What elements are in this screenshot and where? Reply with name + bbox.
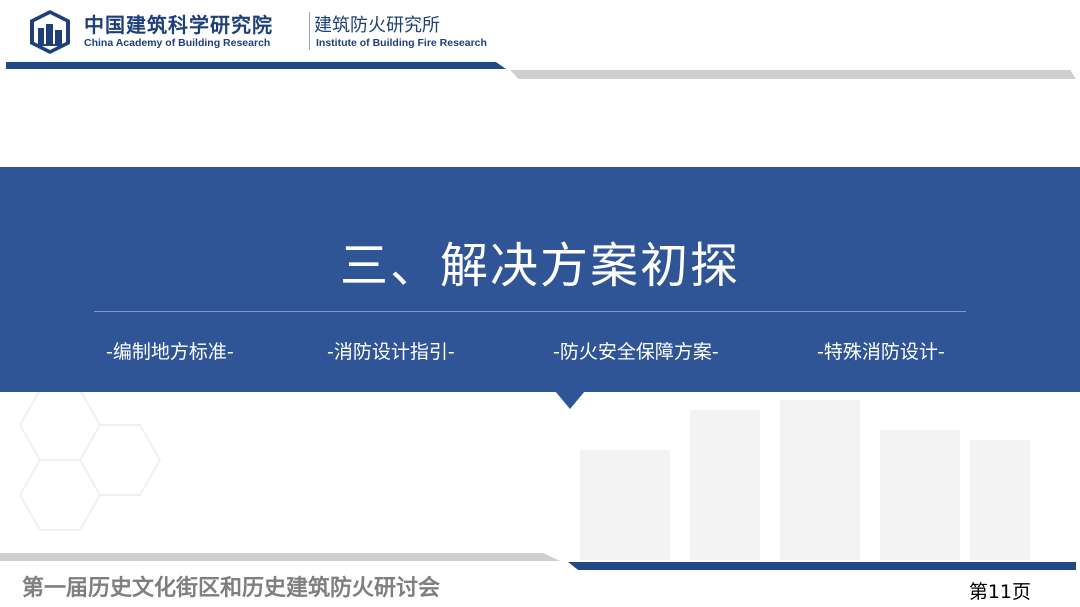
top-accent-bar-blue — [6, 62, 506, 69]
institute-name-cn: 建筑防火研究所 — [314, 15, 440, 36]
subtopic-local-standards: -编制地方标准- — [106, 341, 234, 363]
header-divider — [309, 12, 310, 50]
header: 中国建筑科学研究院 China Academy of Building Rese… — [0, 0, 1080, 82]
org-name-cn: 中国建筑科学研究院 — [84, 13, 273, 37]
page-number: 第11页 — [968, 581, 1031, 603]
hexagon-pattern-decoration — [18, 389, 162, 531]
section-title: 三、解决方案初探 — [339, 238, 740, 294]
institute-name-en: Institute of Building Fire Research — [316, 37, 487, 49]
top-accent-bar-gray — [510, 70, 1076, 79]
org-name-en: China Academy of Building Research — [84, 37, 271, 49]
subtopic-special-fire-design: -特殊消防设计- — [817, 341, 945, 363]
cabr-logo-icon — [30, 10, 70, 54]
subtopic-fire-safety-plan: -防火安全保障方案- — [553, 341, 719, 363]
bottom-accent-bar-blue — [568, 562, 1076, 570]
bottom-accent-bar-gray — [0, 553, 560, 561]
footer-event-title: 第一届历史文化街区和历史建筑防火研讨会 — [22, 576, 441, 601]
subtopic-fire-design-guide: -消防设计指引- — [327, 341, 455, 363]
title-divider — [94, 311, 966, 312]
cabr-watermark-logo — [580, 400, 1030, 560]
band-pointer — [555, 391, 585, 409]
